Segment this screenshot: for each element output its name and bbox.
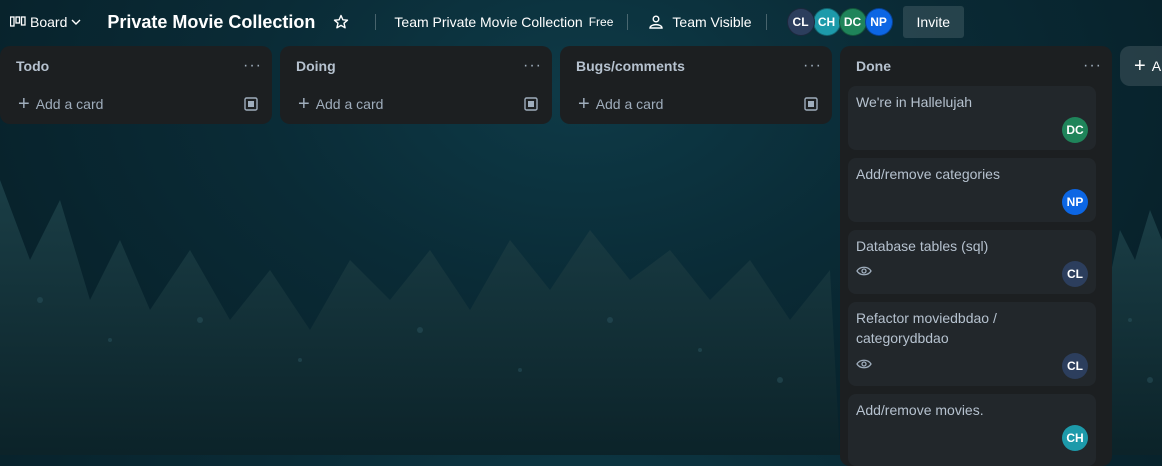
team-name: Team Private Movie Collection — [394, 14, 583, 30]
card[interactable]: Refactor moviedbdao / categorydbdao CL — [848, 302, 1096, 386]
visibility-button[interactable]: Team Visible — [640, 6, 759, 38]
add-card-row: + Add a card — [560, 86, 832, 122]
card-member-avatar[interactable]: CH — [1062, 425, 1088, 451]
list-header: Done ··· — [840, 46, 1112, 86]
add-card-label: Add a card — [315, 96, 384, 112]
template-card-icon[interactable] — [244, 97, 258, 111]
list-bugs-comments: Bugs/comments ··· + Add a card — [560, 46, 832, 124]
card-title: We're in Hallelujah — [856, 94, 973, 110]
add-card-row: + Add a card — [280, 86, 552, 122]
add-list-label: A — [1151, 58, 1162, 74]
team-button[interactable]: Team Private Movie Collection Free — [382, 6, 621, 38]
add-card-label: Add a card — [35, 96, 104, 112]
card[interactable]: Add/remove movies. CH — [848, 394, 1096, 466]
list-menu-icon[interactable]: ··· — [523, 57, 542, 75]
plus-icon: + — [578, 93, 590, 115]
board-header: Board Private Movie Collection Team Priv… — [0, 0, 1162, 44]
list-title[interactable]: Done — [856, 58, 891, 74]
list-title[interactable]: Doing — [296, 58, 336, 74]
card-member-avatar[interactable]: CL — [1062, 261, 1088, 287]
card-member-avatar[interactable]: CL — [1062, 353, 1088, 379]
invite-button[interactable]: Invite — [902, 6, 964, 38]
list-header: Bugs/comments ··· — [560, 46, 832, 86]
list-menu-icon[interactable]: ··· — [803, 57, 822, 75]
card[interactable]: Database tables (sql) CL — [848, 230, 1096, 294]
template-card-icon[interactable] — [804, 97, 818, 111]
card-member-avatar[interactable]: NP — [1062, 189, 1088, 215]
avatar-cl[interactable]: CL — [786, 8, 815, 36]
add-card-button[interactable]: + Add a card — [298, 94, 383, 114]
list-title[interactable]: Todo — [16, 58, 49, 74]
board-members: CL CH DC NP — [786, 8, 893, 36]
list-header: Todo ··· — [0, 46, 272, 86]
team-visible-icon — [649, 15, 664, 29]
card-title: Refactor moviedbdao / categorydbdao — [856, 310, 997, 346]
visibility-label: Team Visible — [672, 14, 752, 30]
watching-eye-icon — [856, 266, 872, 276]
card-title: Database tables (sql) — [856, 238, 989, 254]
plan-badge: Free — [588, 15, 614, 29]
plus-icon: + — [18, 93, 30, 115]
avatar-ch[interactable]: CH — [812, 8, 841, 36]
list-menu-icon[interactable]: ··· — [243, 57, 262, 75]
header-divider — [765, 14, 767, 30]
card-member-avatar[interactable]: DC — [1062, 117, 1088, 143]
card[interactable]: We're in Hallelujah DC — [848, 86, 1096, 150]
plus-icon: + — [298, 93, 310, 115]
list-done: Done ··· We're in Hallelujah DC Add/remo… — [840, 46, 1112, 466]
star-board-button[interactable] — [325, 6, 357, 38]
template-card-icon[interactable] — [524, 97, 538, 111]
board-title[interactable]: Private Movie Collection — [107, 12, 315, 33]
board-switch-label: Board — [30, 14, 68, 30]
card[interactable]: Add/remove categories NP — [848, 158, 1096, 222]
board-icon — [10, 16, 26, 27]
plus-icon: + — [1134, 55, 1146, 77]
header-divider — [375, 14, 377, 30]
chevron-down-icon — [71, 19, 81, 25]
card-title: Add/remove movies. — [856, 402, 984, 418]
avatar-dc[interactable]: DC — [838, 8, 867, 36]
list-todo: Todo ··· + Add a card — [0, 46, 272, 124]
watching-eye-icon — [856, 359, 872, 369]
add-card-button[interactable]: + Add a card — [578, 94, 663, 114]
add-card-row: + Add a card — [0, 86, 272, 122]
list-title[interactable]: Bugs/comments — [576, 58, 685, 74]
avatar-np[interactable]: NP — [864, 8, 893, 36]
card-title: Add/remove categories — [856, 166, 1000, 182]
add-card-button[interactable]: + Add a card — [18, 94, 103, 114]
star-icon — [334, 14, 349, 29]
add-card-label: Add a card — [595, 96, 664, 112]
list-doing: Doing ··· + Add a card — [280, 46, 552, 124]
board-view-switcher[interactable]: Board — [2, 6, 93, 38]
list-menu-icon[interactable]: ··· — [1083, 57, 1102, 75]
add-list-button[interactable]: + A — [1120, 46, 1162, 86]
list-header: Doing ··· — [280, 46, 552, 86]
header-divider — [627, 14, 629, 30]
